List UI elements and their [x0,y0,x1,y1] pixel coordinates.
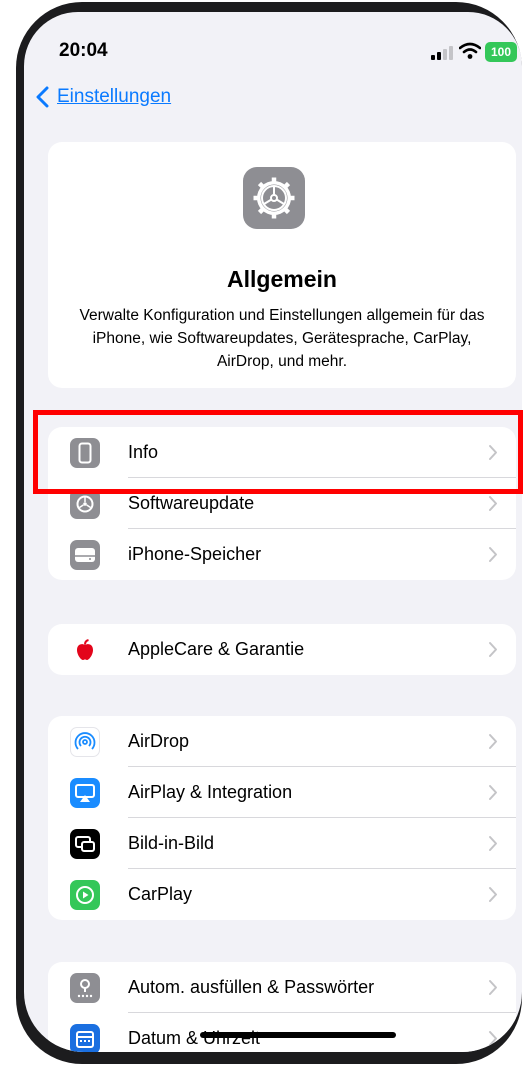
chevron-right-icon [489,887,497,902]
battery-icon: 100 [485,42,517,62]
chevron-right-icon [489,836,497,851]
settings-group-applecare: AppleCare & Garantie [48,624,516,675]
list-item-airplay[interactable]: AirPlay & Integration [48,767,516,818]
chevron-left-icon [36,86,49,108]
signal-bar-icon [431,55,435,60]
back-button[interactable]: Einstellungen [36,82,171,112]
page-title: Allgemein [227,266,337,292]
chevron-right-icon [489,734,497,749]
list-item-bild-in-bild[interactable]: Bild-in-Bild [48,818,516,869]
list-item-airdrop[interactable]: AirDrop [48,716,516,767]
settings-group-connectivity: AirDrop AirPlay & Integration Bild-in-Bi… [48,716,516,920]
list-item-autofill-passwords[interactable]: Autom. ausfüllen & Passwörter [48,962,516,1013]
back-button-label: Einstellungen [57,86,172,107]
list-item-label: CarPlay [128,884,193,904]
list-item-label: iPhone-Speicher [128,544,262,564]
highlight-box [33,410,523,494]
calendar-icon [70,1024,100,1052]
apple-icon [70,635,100,665]
status-time: 20:04 [59,40,108,61]
key-icon [70,973,100,1003]
settings-group-passwords: Autom. ausfüllen & Passwörter Datum & Uh… [48,962,516,1052]
list-item-label: AppleCare & Garantie [128,639,305,659]
home-indicator[interactable] [200,1032,396,1038]
carplay-icon [70,880,100,910]
wifi-icon [459,42,481,59]
picture-in-picture-icon [70,829,100,859]
airplay-icon [70,778,100,808]
page-description: Verwalte Konfiguration und Einstellungen… [79,307,485,370]
list-item-label: AirPlay & Integration [128,782,293,802]
settings-gear-icon [243,167,305,229]
chevron-right-icon [489,1031,497,1046]
storage-icon [70,540,100,570]
list-item-label: Bild-in-Bild [128,833,215,853]
list-item-iphone-speicher[interactable]: iPhone-Speicher [48,529,516,580]
chevron-right-icon [489,785,497,800]
chevron-right-icon [489,547,497,562]
list-item-applecare[interactable]: AppleCare & Garantie [48,624,516,675]
status-icons: 100 [431,42,521,64]
airdrop-icon [70,727,100,757]
list-item-carplay[interactable]: CarPlay [48,869,516,920]
chevron-right-icon [489,980,497,995]
list-item-label: AirDrop [128,731,190,751]
chevron-right-icon [489,496,497,511]
signal-bar-icon [443,49,447,60]
signal-bar-icon [437,52,441,60]
signal-bar-icon [449,46,453,60]
chevron-right-icon [489,642,497,657]
list-item-label: Autom. ausfüllen & Passwörter [128,977,375,997]
screen: 20:04 100 Einstellungen Allgemein Verwal… [24,12,522,1052]
